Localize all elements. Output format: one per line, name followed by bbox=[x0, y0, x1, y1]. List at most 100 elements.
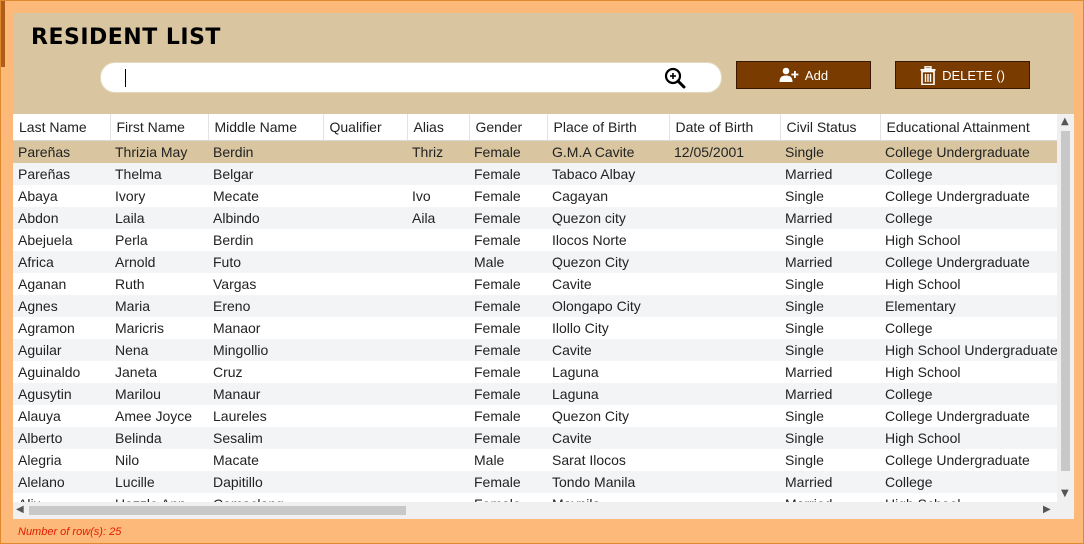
scroll-down-icon[interactable]: ▼ bbox=[1061, 488, 1069, 499]
table-cell bbox=[669, 207, 780, 229]
table-cell: Married bbox=[785, 364, 833, 380]
table-row[interactable]: Africa Arnold Futo Male Quezon City Married Co… bbox=[13, 251, 1057, 273]
table-cell bbox=[323, 405, 407, 427]
table-cell: Single bbox=[785, 452, 824, 468]
table-cell: High School Undergraduate bbox=[880, 339, 1057, 361]
table-cell: High School bbox=[880, 427, 1057, 449]
table-cell: Albindo bbox=[208, 207, 323, 229]
column-header[interactable]: Last Name bbox=[13, 114, 111, 141]
column-header[interactable]: Civil Status bbox=[780, 114, 881, 141]
table-row[interactable]: Alauya Amee Joyce Laureles Female Quezon Cit… bbox=[13, 405, 1057, 427]
table-cell: Alelano bbox=[13, 471, 110, 493]
app-window: RESIDENT LIST Add DELETE () Last Name Fi… bbox=[0, 0, 1084, 544]
table-row[interactable]: Pareñas Thelma Belgar Female Tabaco Albay Mar… bbox=[13, 163, 1057, 185]
scroll-right-icon[interactable]: ▶ bbox=[1043, 504, 1051, 515]
table-cell: Olongapo City bbox=[547, 295, 669, 317]
vertical-scrollbar[interactable]: ▲ ▼ bbox=[1057, 114, 1074, 502]
table-row[interactable]: Pareñas Thrizia May Berdin Thriz Female G.M.A… bbox=[13, 140, 1057, 163]
table-cell: Belinda bbox=[110, 427, 208, 449]
table-cell: Married bbox=[780, 251, 880, 273]
table-cell: College bbox=[880, 471, 1057, 493]
table-cell: College Undergraduate bbox=[880, 140, 1057, 163]
table-row[interactable]: Aguinaldo Janeta Cruz Female Laguna Married Hi… bbox=[13, 361, 1057, 383]
table-row[interactable]: Agramon Maricris Manaor Female Ilollo City Si… bbox=[13, 317, 1057, 339]
table-row[interactable]: Abaya Ivory Mecate Ivo Female Cagayan Single Co… bbox=[13, 185, 1057, 207]
table-cell: Male bbox=[469, 251, 547, 273]
table-body: Pareñas Thrizia May Berdin Thriz Female G.M.A… bbox=[13, 140, 1057, 516]
table-cell: Manaor bbox=[213, 320, 261, 336]
table-cell: Thriz bbox=[407, 140, 469, 163]
table-cell: Female bbox=[469, 140, 547, 163]
table-cell bbox=[669, 471, 780, 493]
table-row[interactable]: Aguilar Nena Mingollio Female Cavite Single Hi… bbox=[13, 339, 1057, 361]
table-row[interactable]: Alberto Belinda Sesalim Female Cavite Single H… bbox=[13, 427, 1057, 449]
scroll-up-icon[interactable]: ▲ bbox=[1061, 116, 1069, 127]
table-cell: Alauya bbox=[18, 408, 61, 424]
table-cell: Cagayan bbox=[552, 188, 609, 204]
table-cell: Female bbox=[474, 232, 521, 248]
column-header[interactable]: Date of Birth bbox=[669, 114, 781, 141]
search-bar[interactable] bbox=[100, 62, 722, 93]
vertical-scroll-thumb[interactable] bbox=[1061, 131, 1070, 471]
column-header[interactable]: Place of Birth bbox=[547, 114, 670, 141]
table-cell bbox=[669, 295, 780, 317]
table-cell: Abejuela bbox=[18, 232, 73, 248]
table-cell: Female bbox=[469, 339, 547, 361]
row-count-label: Number of row(s): 25 bbox=[18, 526, 122, 538]
table-cell: Female bbox=[469, 471, 547, 493]
table-cell: Laureles bbox=[213, 408, 267, 424]
table-cell: Agusytin bbox=[13, 383, 110, 405]
table-cell bbox=[323, 229, 407, 251]
column-header[interactable]: Middle Name bbox=[208, 114, 324, 141]
table-row[interactable]: Agnes Maria Ereno Female Olongapo City Single… bbox=[13, 295, 1057, 317]
add-button[interactable]: Add bbox=[736, 61, 871, 89]
table-cell: Alegria bbox=[18, 452, 62, 468]
table-cell bbox=[323, 339, 407, 361]
table-cell bbox=[669, 427, 780, 449]
table-cell bbox=[407, 449, 469, 471]
table-cell: College Undergraduate bbox=[885, 408, 1030, 424]
table-cell bbox=[669, 185, 780, 207]
table-row[interactable]: Aganan Ruth Vargas Female Cavite Single High S… bbox=[13, 273, 1057, 295]
table-row[interactable]: Abdon Laila Albindo Aila Female Quezon city Ma… bbox=[13, 207, 1057, 229]
add-button-label: Add bbox=[804, 67, 829, 83]
search-input[interactable] bbox=[123, 66, 647, 90]
table-cell: Mecate bbox=[213, 188, 259, 204]
table-cell bbox=[323, 273, 407, 295]
table-row[interactable]: Alegria Nilo Macate Male Sarat Ilocos Single C… bbox=[13, 449, 1057, 471]
resident-table: Last Name First Name Middle Name Qualifier A… bbox=[13, 114, 1058, 515]
table-cell: Female bbox=[474, 188, 521, 204]
table-cell: Laguna bbox=[552, 364, 599, 380]
horizontal-scroll-thumb[interactable] bbox=[29, 506, 406, 515]
table-cell: Single bbox=[785, 232, 824, 248]
column-header[interactable]: Alias bbox=[407, 114, 470, 141]
table-row[interactable]: Agusytin Marilou Manaur Female Laguna Married… bbox=[13, 383, 1057, 405]
column-header[interactable]: Gender bbox=[469, 114, 548, 141]
table-cell: Manaur bbox=[208, 383, 323, 405]
table-cell: Married bbox=[780, 383, 880, 405]
table-cell bbox=[669, 339, 780, 361]
table-cell bbox=[323, 471, 407, 493]
side-tab-stub bbox=[1, 1, 5, 67]
table-cell: Female bbox=[474, 408, 521, 424]
table-cell bbox=[407, 383, 469, 405]
table-cell: Tondo Manila bbox=[547, 471, 669, 493]
table-cell: Female bbox=[469, 427, 547, 449]
column-header[interactable]: First Name bbox=[110, 114, 209, 141]
horizontal-scrollbar[interactable]: ◀ ▶ bbox=[13, 502, 1057, 519]
table-cell: Agramon bbox=[18, 320, 75, 336]
table-cell bbox=[323, 207, 407, 229]
table-cell: Married bbox=[780, 471, 880, 493]
column-header[interactable]: Educational Attainment bbox=[880, 114, 1058, 141]
table-cell bbox=[407, 317, 469, 339]
table-cell bbox=[669, 229, 780, 251]
table-cell bbox=[669, 361, 780, 383]
table-cell bbox=[323, 251, 407, 273]
table-row[interactable]: Abejuela Perla Berdin Female Ilocos Norte Sin… bbox=[13, 229, 1057, 251]
scroll-left-icon[interactable]: ◀ bbox=[16, 504, 24, 515]
table-row[interactable]: Alelano Lucille Dapitillo Female Tondo Manil… bbox=[13, 471, 1057, 493]
search-zoom-icon[interactable] bbox=[664, 67, 686, 89]
table-cell bbox=[669, 383, 780, 405]
delete-button[interactable]: DELETE () bbox=[895, 61, 1030, 89]
column-header[interactable]: Qualifier bbox=[323, 114, 408, 141]
